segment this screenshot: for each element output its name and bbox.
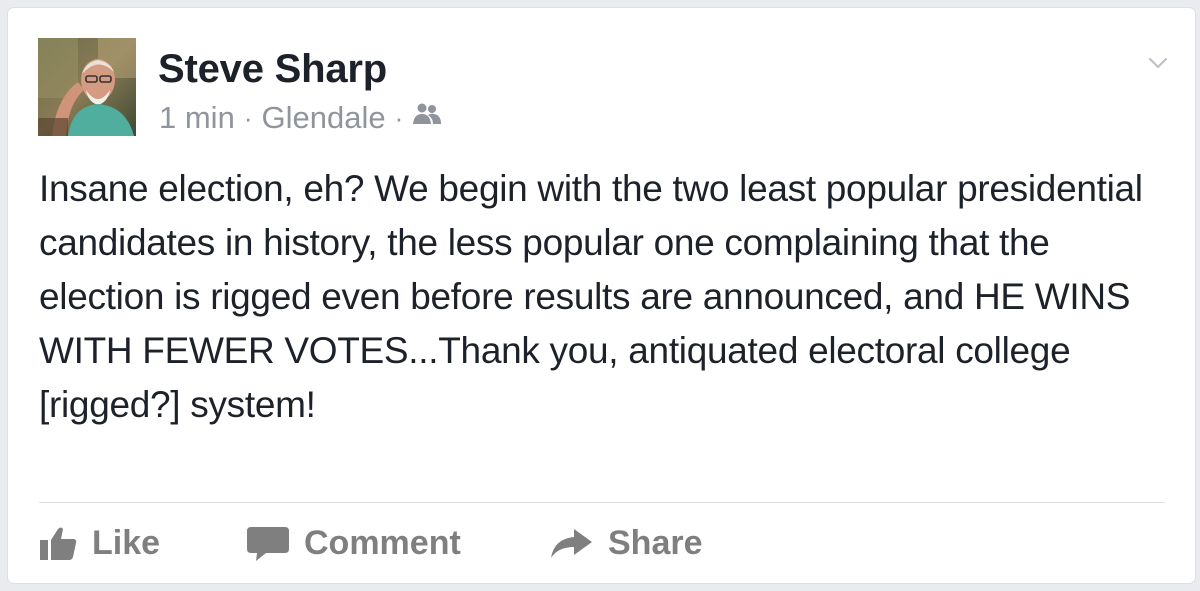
share-button[interactable]: Share: [548, 518, 703, 568]
action-bar: Like Comment Share: [8, 518, 1195, 568]
post-meta: 1 min · Glendale ·: [159, 100, 442, 136]
friends-icon[interactable]: [412, 100, 442, 136]
meta-separator: ·: [394, 102, 404, 133]
post-time[interactable]: 1 min: [159, 100, 235, 136]
chevron-down-icon[interactable]: [1147, 52, 1169, 74]
divider: [39, 502, 1165, 503]
meta-separator: ·: [243, 102, 253, 133]
post-text: Insane election, eh? We begin with the t…: [39, 168, 1143, 425]
post-card: Steve Sharp 1 min · Glendale · Insane el…: [8, 8, 1195, 583]
author-name[interactable]: Steve Sharp: [158, 47, 387, 92]
avatar[interactable]: [38, 38, 136, 136]
comment-icon: [247, 527, 289, 561]
like-label: Like: [92, 523, 161, 562]
comment-label: Comment: [304, 523, 461, 562]
avatar-photo: [38, 38, 136, 136]
thumbs-up-icon: [40, 527, 77, 560]
share-arrow-icon: [551, 529, 592, 558]
share-label: Share: [608, 523, 703, 562]
comment-button[interactable]: Comment: [246, 518, 461, 568]
like-button[interactable]: Like: [38, 518, 160, 568]
post-location[interactable]: Glendale: [261, 100, 385, 136]
